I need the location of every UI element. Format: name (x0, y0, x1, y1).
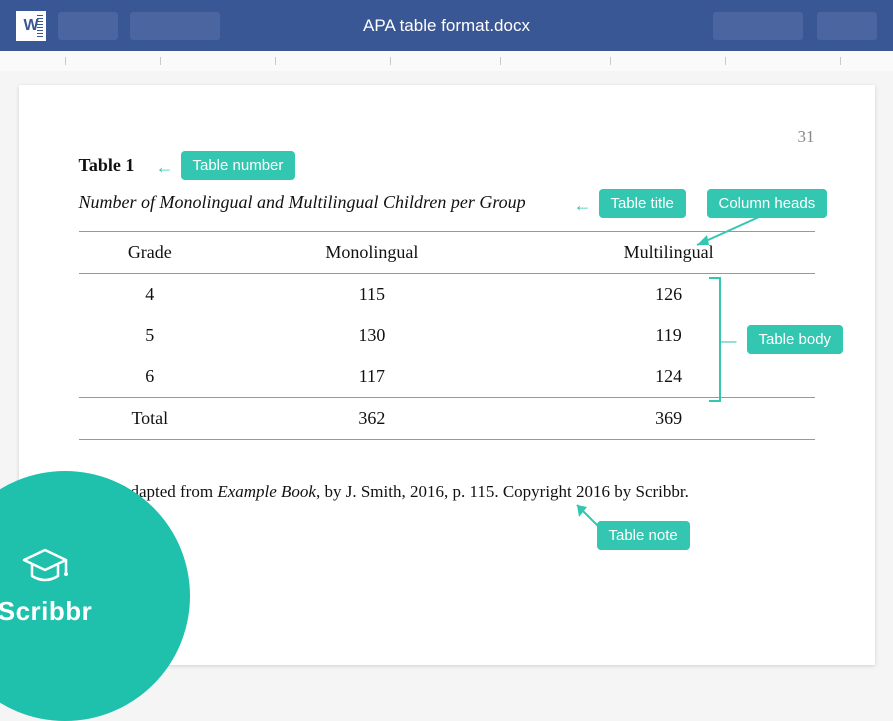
table-title: Number of Monolingual and Multilingual C… (79, 192, 815, 213)
table-total-row: Total 362 369 (79, 398, 815, 440)
table-row: 6 117 124 (79, 356, 815, 398)
ruler (0, 51, 893, 71)
scribbr-logo-text: Scribbr (0, 596, 92, 627)
titlebar-placeholder (817, 12, 877, 40)
arrow-icon (689, 217, 769, 257)
word-app-icon: W (16, 11, 46, 41)
column-head: Grade (79, 232, 222, 274)
table-row: 5 130 119 (79, 315, 815, 356)
table-note: Note. Adapted from Example Book, by J. S… (79, 482, 815, 502)
annotation-label-column-heads: Column heads (707, 189, 828, 218)
page-number: 31 (798, 127, 815, 147)
annotation-label-table-note: Table note (597, 521, 690, 550)
apa-table: Grade Monolingual Multilingual 4 115 126… (79, 231, 815, 440)
document-title: APA table format.docx (363, 16, 530, 36)
graduation-cap-icon (20, 546, 70, 590)
titlebar: W APA table format.docx (0, 0, 893, 51)
annotation-label-table-number: Table number (181, 151, 296, 180)
annotation-label-table-body: Table body (747, 325, 844, 354)
arrow-icon: ← (574, 195, 592, 216)
arrow-icon: ← (156, 157, 174, 178)
titlebar-placeholder (713, 12, 803, 40)
annotation-label-table-title: Table title (599, 189, 686, 218)
column-head: Monolingual (221, 232, 523, 274)
table-row: 4 115 126 (79, 274, 815, 316)
dash-icon: — (721, 333, 737, 351)
column-head: Multilingual (523, 232, 815, 274)
titlebar-placeholder (130, 12, 220, 40)
titlebar-placeholder (58, 12, 118, 40)
